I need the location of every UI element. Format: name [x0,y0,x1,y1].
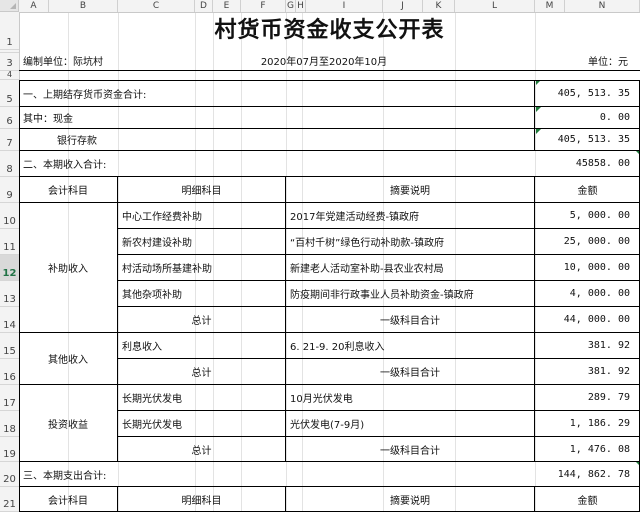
header-account: 会计科目 [19,177,118,203]
section3-label: 三、本期支出合计: [19,462,535,487]
row-header[interactable]: 7 [0,129,19,151]
column-header-g[interactable]: G [286,0,296,12]
account-subsidy[interactable]: 补助收入 [19,203,118,333]
sheet-title: 村货币资金收支公开表 [214,17,445,43]
cash-label: 其中：现金 [19,107,535,129]
section1-value[interactable]: 405, 513. 35 [535,80,640,107]
table-border-top [19,80,640,81]
table-row-amount[interactable]: 289. 79 [535,385,640,411]
column-header-m[interactable]: M [535,0,565,12]
subtotal-label: 总计 [118,359,286,385]
row-header[interactable]: 5 [0,80,19,107]
row-header[interactable]: 11 [0,229,19,255]
table-row-summary[interactable]: 防疫期间非行政事业人员补助资金-镇政府 [286,281,535,307]
column-header-b[interactable]: B [49,0,118,12]
column-header-c[interactable]: C [118,0,195,12]
cash-value[interactable]: 0. 00 [535,107,640,129]
column-header-j[interactable]: J [383,0,423,12]
row-header[interactable]: 3 [0,53,19,71]
period-label: 2020年07月至2020年10月 [199,51,449,71]
section2-value[interactable]: 45858. 00 [535,151,640,177]
header-detail: 明细科目 [118,177,286,203]
row-header[interactable]: 4 [0,70,19,80]
subtotal-amount[interactable]: 44, 000. 00 [535,307,640,333]
account-investment[interactable]: 投资收益 [19,385,118,462]
row-header-selected[interactable]: 12 [0,255,19,281]
table-row-summary[interactable]: 2017年党建活动经费-镇政府 [286,203,535,229]
column-header-d[interactable]: D [195,0,213,12]
column-header-i[interactable]: I [306,0,383,12]
column-header-h[interactable]: H [296,0,306,12]
table-row-detail[interactable]: 中心工作经费补助 [118,203,286,229]
table-row-summary[interactable]: “百村千树”绿色行动补助款-镇政府 [286,229,535,255]
row-header[interactable]: 20 [0,462,19,487]
table-row-amount[interactable]: 10, 000. 00 [535,255,640,281]
column-header-a[interactable]: A [19,0,49,12]
table-row-summary[interactable]: 10月光伏发电 [286,385,535,411]
section1-label: 一、上期结存货币资金合计: [19,80,535,107]
bank-value[interactable]: 405, 513. 35 [535,129,640,151]
row-header[interactable]: 14 [0,307,19,333]
spreadsheet: A B C D E F G H I J K L M N 1 3 4 5 6 7 … [0,0,640,512]
column-header-k[interactable]: K [423,0,455,12]
table-row-summary[interactable]: 光伏发电(7-9月) [286,411,535,437]
table-row-summary[interactable]: 6. 21-9. 20利息收入 [286,333,535,359]
column-header-f[interactable]: F [241,0,286,12]
header-amount: 金额 [535,177,640,203]
row-header[interactable]: 18 [0,411,19,437]
table-row-detail[interactable]: 其他杂项补助 [118,281,286,307]
account-other[interactable]: 其他收入 [19,333,118,385]
row-header-bar: 1 3 4 5 6 7 8 9 10 11 12 13 14 15 16 17 … [0,12,20,512]
table-row-amount[interactable]: 25, 000. 00 [535,229,640,255]
column-header-n[interactable]: N [565,0,640,12]
section2-label: 二、本期收入合计: [19,151,535,177]
header-detail: 明细科目 [118,487,286,512]
table-row-amount[interactable]: 1, 186. 29 [535,411,640,437]
row-header[interactable]: 15 [0,333,19,359]
row-header[interactable]: 19 [0,437,19,462]
table-row-detail[interactable]: 长期光伏发电 [118,385,286,411]
table-row-summary[interactable]: 新建老人活动室补助-县农业农村局 [286,255,535,281]
row-header[interactable]: 13 [0,281,19,307]
table-row-amount[interactable]: 381. 92 [535,333,640,359]
select-all-corner[interactable] [0,0,19,12]
subtotal-summary: 一级科目合计 [286,359,535,385]
subtotal-label: 总计 [118,437,286,462]
table-border-left [19,80,20,512]
subtotal-label: 总计 [118,307,286,333]
table-row-detail[interactable]: 长期光伏发电 [118,411,286,437]
table-row-amount[interactable]: 5, 000. 00 [535,203,640,229]
header-summary: 摘要说明 [286,487,535,512]
row-header[interactable]: 16 [0,359,19,385]
header-account: 会计科目 [19,487,118,512]
currency-label: 单位：元 [449,51,640,71]
row-header[interactable]: 9 [0,177,19,203]
bank-label: 银行存款 [19,129,535,151]
subtotal-amount[interactable]: 381. 92 [535,359,640,385]
column-header-e[interactable]: E [213,0,241,12]
row-header[interactable]: 6 [0,107,19,129]
table-row-amount[interactable]: 4, 000. 00 [535,281,640,307]
subtotal-summary: 一级科目合计 [286,437,535,462]
comment-marker [536,107,541,112]
table-row-detail[interactable]: 新农村建设补助 [118,229,286,255]
row-header[interactable]: 17 [0,385,19,411]
subtotal-amount[interactable]: 1, 476. 08 [535,437,640,462]
row-header[interactable]: 21 [0,487,19,512]
comment-marker [536,129,541,134]
header-amount: 金额 [535,487,640,512]
unit-label: 编制单位：际坑村 [19,51,199,71]
section3-value[interactable]: 144, 862. 78 [535,462,640,487]
table-row-detail[interactable]: 利息收入 [118,333,286,359]
subtotal-summary: 一级科目合计 [286,307,535,333]
row-header[interactable]: 8 [0,151,19,177]
row-header[interactable]: 10 [0,203,19,229]
table-row-detail[interactable]: 村活动场所基建补助 [118,255,286,281]
header-summary: 摘要说明 [286,177,535,203]
row-header[interactable]: 1 [0,12,19,50]
column-header-l[interactable]: L [455,0,535,12]
